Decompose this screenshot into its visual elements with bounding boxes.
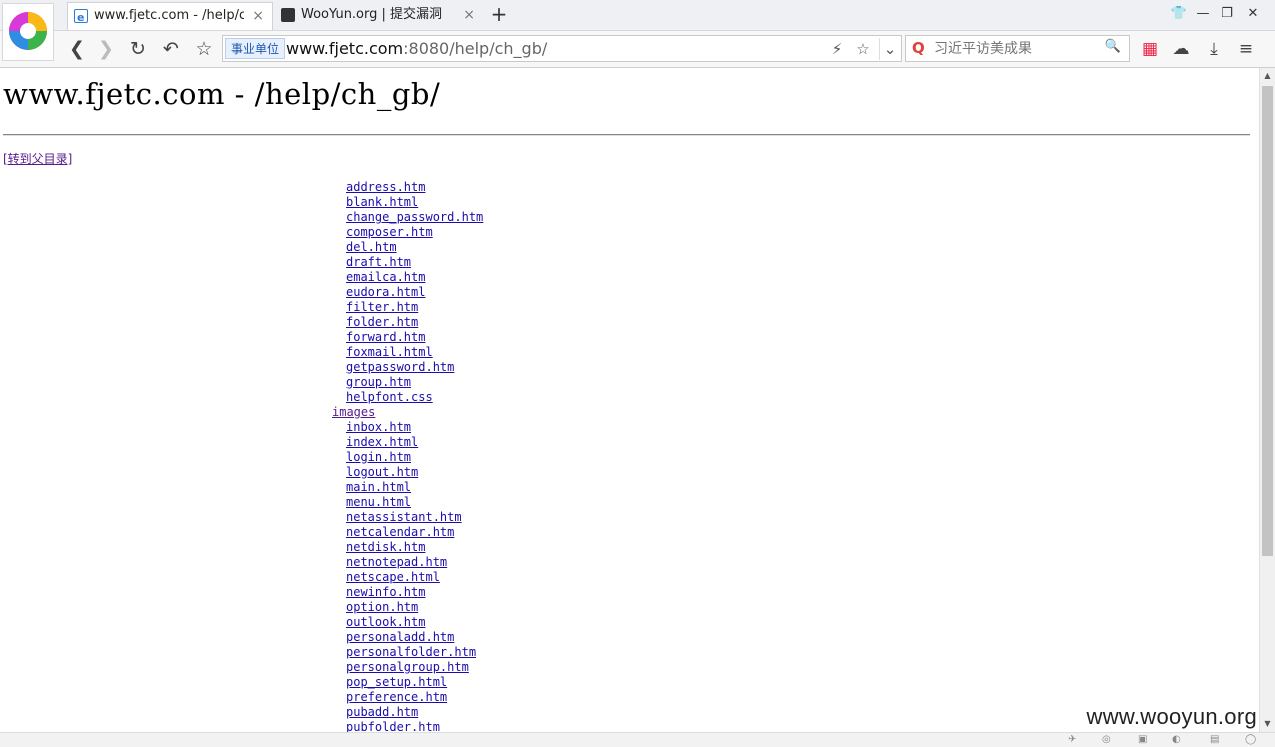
file-link[interactable]: inbox.htm — [346, 420, 411, 435]
back-button[interactable]: ❮ — [64, 36, 90, 62]
status-icon[interactable]: ◎ — [1102, 733, 1111, 747]
speed-mode-icon[interactable]: ⚡ — [827, 38, 847, 60]
cloud-icon[interactable]: ☁ — [1168, 36, 1194, 62]
new-tab-button[interactable]: + — [488, 3, 510, 25]
file-link[interactable]: change_password.htm — [346, 210, 483, 225]
status-icon[interactable]: ◐ — [1172, 733, 1181, 747]
url-text[interactable]: www.fjetc.com:8080/help/ch_gb/ — [286, 36, 547, 61]
file-link[interactable]: pubadd.htm — [346, 705, 418, 720]
tab-fjetc[interactable]: e www.fjetc.com - /help/ch_gb/ × — [67, 2, 273, 30]
file-link[interactable]: composer.htm — [346, 225, 433, 240]
status-icon[interactable]: ◯ — [1245, 733, 1256, 747]
tab-title: www.fjetc.com - /help/ch_gb/ — [94, 8, 244, 23]
apps-icon[interactable]: ▦ — [1137, 36, 1163, 62]
file-link[interactable]: helpfont.css — [346, 390, 433, 405]
divider — [3, 134, 1250, 136]
file-link[interactable]: eudora.html — [346, 285, 425, 300]
file-link[interactable]: option.htm — [346, 600, 418, 615]
search-box[interactable]: Q 🔍 — [905, 35, 1130, 62]
directory-link[interactable]: images — [332, 405, 375, 420]
address-bar[interactable]: 事业单位 www.fjetc.com:8080/help/ch_gb/ ⚡ ☆ … — [222, 35, 902, 62]
status-icon[interactable]: ▤ — [1210, 733, 1219, 747]
file-link[interactable]: outlook.htm — [346, 615, 425, 630]
forward-button[interactable]: ❯ — [93, 36, 119, 62]
file-link[interactable]: netcalendar.htm — [346, 525, 454, 540]
cert-badge[interactable]: 事业单位 — [225, 38, 286, 59]
file-link[interactable]: netdisk.htm — [346, 540, 425, 555]
search-icon[interactable]: 🔍 — [1105, 39, 1121, 54]
file-link[interactable]: del.htm — [346, 240, 397, 255]
file-link[interactable]: emailca.htm — [346, 270, 425, 285]
skin-icon[interactable]: 👕 — [1168, 4, 1190, 24]
favorite-star-icon[interactable]: ☆ — [191, 36, 217, 62]
file-link[interactable]: netassistant.htm — [346, 510, 462, 525]
tab-title: WooYun.org | 提交漏洞 — [301, 7, 443, 22]
bookmark-star-icon[interactable]: ☆ — [853, 38, 873, 60]
url-dropdown-icon[interactable]: ⌄ — [879, 38, 900, 60]
navigation-bar: ❮ ❯ ↻ ↶ ☆ 事业单位 www.fjetc.com:8080/help/c… — [0, 31, 1275, 68]
browser-logo-icon[interactable] — [2, 3, 54, 61]
vertical-scrollbar[interactable]: ▲ ▼ — [1259, 68, 1275, 732]
tab-close-icon[interactable]: × — [252, 3, 264, 29]
file-link[interactable]: main.html — [346, 480, 411, 495]
undo-close-button[interactable]: ↶ — [158, 36, 184, 62]
menu-icon[interactable]: ≡ — [1233, 36, 1259, 62]
status-icon[interactable]: ▣ — [1138, 733, 1147, 747]
file-link[interactable]: netnotepad.htm — [346, 555, 447, 570]
file-link[interactable]: preference.htm — [346, 690, 447, 705]
scroll-up-icon[interactable]: ▲ — [1260, 68, 1275, 84]
ie-page-icon: e — [74, 9, 88, 24]
wooyun-favicon — [281, 8, 295, 22]
search-engine-icon[interactable]: Q — [912, 40, 925, 57]
file-link[interactable]: personaladd.htm — [346, 630, 454, 645]
file-link[interactable]: filter.htm — [346, 300, 418, 315]
page-content: www.fjetc.com - /help/ch_gb/ [转到父目录] 200… — [0, 68, 1259, 732]
file-link[interactable]: draft.htm — [346, 255, 411, 270]
parent-directory-link[interactable]: [转到父目录] — [3, 150, 72, 167]
file-link[interactable]: netscape.html — [346, 570, 440, 585]
close-window-button[interactable]: ✕ — [1242, 4, 1264, 24]
file-link[interactable]: address.htm — [346, 180, 425, 195]
scrollbar-thumb[interactable] — [1262, 86, 1273, 556]
file-link[interactable]: menu.html — [346, 495, 411, 510]
minimize-button[interactable]: — — [1192, 4, 1214, 24]
file-link[interactable]: login.htm — [346, 450, 411, 465]
tab-bar: e www.fjetc.com - /help/ch_gb/ × WooYun.… — [0, 0, 1275, 31]
file-link[interactable]: pubfolder.htm — [346, 720, 440, 732]
file-link[interactable]: foxmail.html — [346, 345, 433, 360]
reload-button[interactable]: ↻ — [125, 36, 151, 62]
search-input[interactable] — [934, 38, 1104, 59]
file-link[interactable]: group.htm — [346, 375, 411, 390]
file-link[interactable]: personalfolder.htm — [346, 645, 476, 660]
file-link[interactable]: newinfo.htm — [346, 585, 425, 600]
file-link[interactable]: blank.html — [346, 195, 418, 210]
file-link[interactable]: logout.htm — [346, 465, 418, 480]
tab-close-icon[interactable]: × — [463, 2, 475, 28]
download-icon[interactable]: ⤓ — [1201, 36, 1227, 62]
page-title: www.fjetc.com - /help/ch_gb/ — [3, 77, 441, 111]
status-bar: ✈ ◎ ▣ ◐ ▤ ◯ — [0, 732, 1275, 747]
file-link[interactable]: getpassword.htm — [346, 360, 454, 375]
file-link[interactable]: personalgroup.htm — [346, 660, 469, 675]
tab-wooyun[interactable]: WooYun.org | 提交漏洞 × — [275, 2, 483, 30]
file-link[interactable]: folder.htm — [346, 315, 418, 330]
file-link[interactable]: index.html — [346, 435, 418, 450]
status-icon[interactable]: ✈ — [1068, 733, 1076, 747]
file-link[interactable]: forward.htm — [346, 330, 425, 345]
watermark: www.wooyun.org — [1086, 704, 1257, 729]
scroll-down-icon[interactable]: ▼ — [1260, 716, 1275, 732]
maximize-button[interactable]: ❐ — [1216, 4, 1238, 24]
file-link[interactable]: pop_setup.html — [346, 675, 447, 690]
